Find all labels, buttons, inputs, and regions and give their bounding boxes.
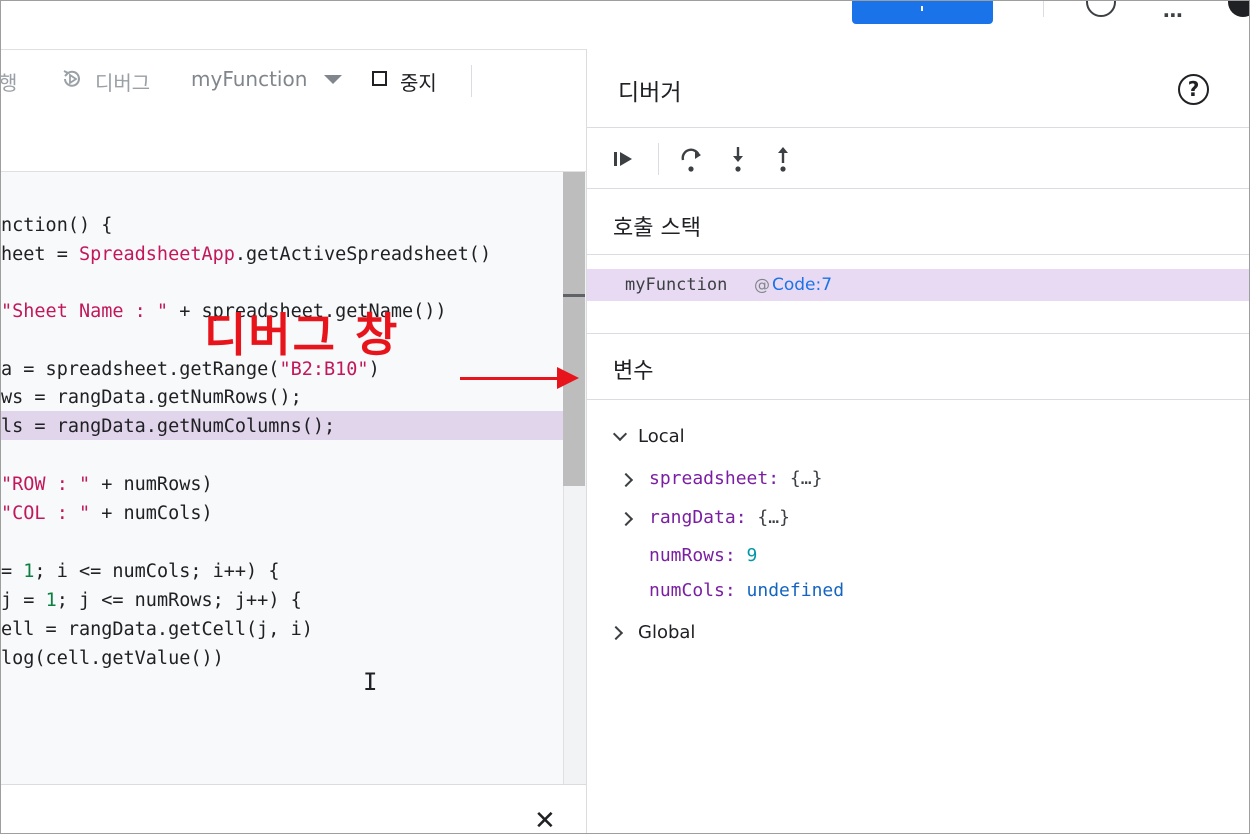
scrollbar-marker [563, 294, 585, 297]
deploy-button[interactable] [852, 1, 993, 24]
scope-local[interactable]: Local [638, 426, 685, 447]
chevron-down-icon[interactable] [324, 75, 342, 84]
annotation-arrowhead [557, 367, 579, 389]
stop-button[interactable]: 중지 [400, 67, 437, 96]
toolbar-divider [471, 65, 472, 97]
top-bar [1, 1, 1249, 50]
call-stack-title: 호출 스택 [613, 216, 701, 241]
step-into-icon[interactable] [725, 144, 751, 174]
annotation-label: 디버그 창 [204, 308, 400, 362]
variables-title: 변수 [613, 359, 654, 384]
call-stack-location-link[interactable]: Code:7 [772, 275, 832, 295]
controls-divider [658, 143, 659, 175]
code-line[interactable]: "COL : " + numCols) [1, 500, 213, 528]
code-line[interactable]: ell = rangData.getCell(j, i) [1, 616, 313, 644]
code-line[interactable]: ws = rangData.getNumRows(); [1, 384, 302, 412]
variable-row[interactable]: rangData: {…} [649, 507, 790, 528]
execution-log-bar [1, 784, 586, 833]
code-line[interactable]: = 1; i <= numCols; i++) { [1, 558, 279, 586]
variable-row[interactable]: spreadsheet: {…} [649, 468, 822, 489]
scrollbar-thumb[interactable] [563, 172, 585, 486]
top-divider [1043, 1, 1044, 17]
stop-icon[interactable] [372, 71, 387, 86]
call-stack-function: myFunction [625, 275, 728, 295]
code-line[interactable]: log(cell.getValue()) [1, 645, 224, 673]
step-out-icon[interactable] [770, 144, 796, 174]
divider [587, 333, 1249, 334]
code-line[interactable]: j = 1; j <= numRows; j++) { [1, 587, 302, 615]
scope-global[interactable]: Global [638, 622, 695, 643]
variable-row: numRows: 9 [649, 545, 758, 566]
code-line[interactable]: ls = rangData.getNumColumns(); [1, 413, 335, 441]
divider [587, 127, 1249, 128]
debug-button[interactable]: 디버그 [95, 67, 150, 96]
annotation-arrow [460, 377, 564, 380]
variable-row: numCols: undefined [649, 580, 845, 601]
debugger-title: 디버거 [618, 80, 682, 106]
divider [587, 254, 1249, 255]
debug-icon[interactable] [61, 68, 83, 90]
code-line[interactable]: heet = SpreadsheetApp.getActiveSpreadshe… [1, 241, 491, 269]
function-select[interactable]: myFunction [191, 67, 307, 91]
code-line[interactable]: "ROW : " + numRows) [1, 471, 213, 499]
resume-icon[interactable] [612, 144, 638, 174]
code-line[interactable]: nction() { [1, 212, 112, 240]
text-cursor-icon: I [363, 668, 378, 696]
divider [587, 399, 1249, 400]
run-button[interactable]: 행 [1, 67, 17, 96]
app-window: ⋯ 행 디버그 myFunction 중지 nction() { heet = … [0, 0, 1250, 834]
more-icon[interactable]: ⋯ [1163, 3, 1184, 27]
help-icon[interactable]: ? [1178, 74, 1209, 105]
divider [587, 188, 1249, 189]
step-over-icon[interactable] [679, 144, 705, 174]
close-icon[interactable]: ✕ [534, 808, 556, 833]
call-stack-at: @ [754, 275, 770, 294]
